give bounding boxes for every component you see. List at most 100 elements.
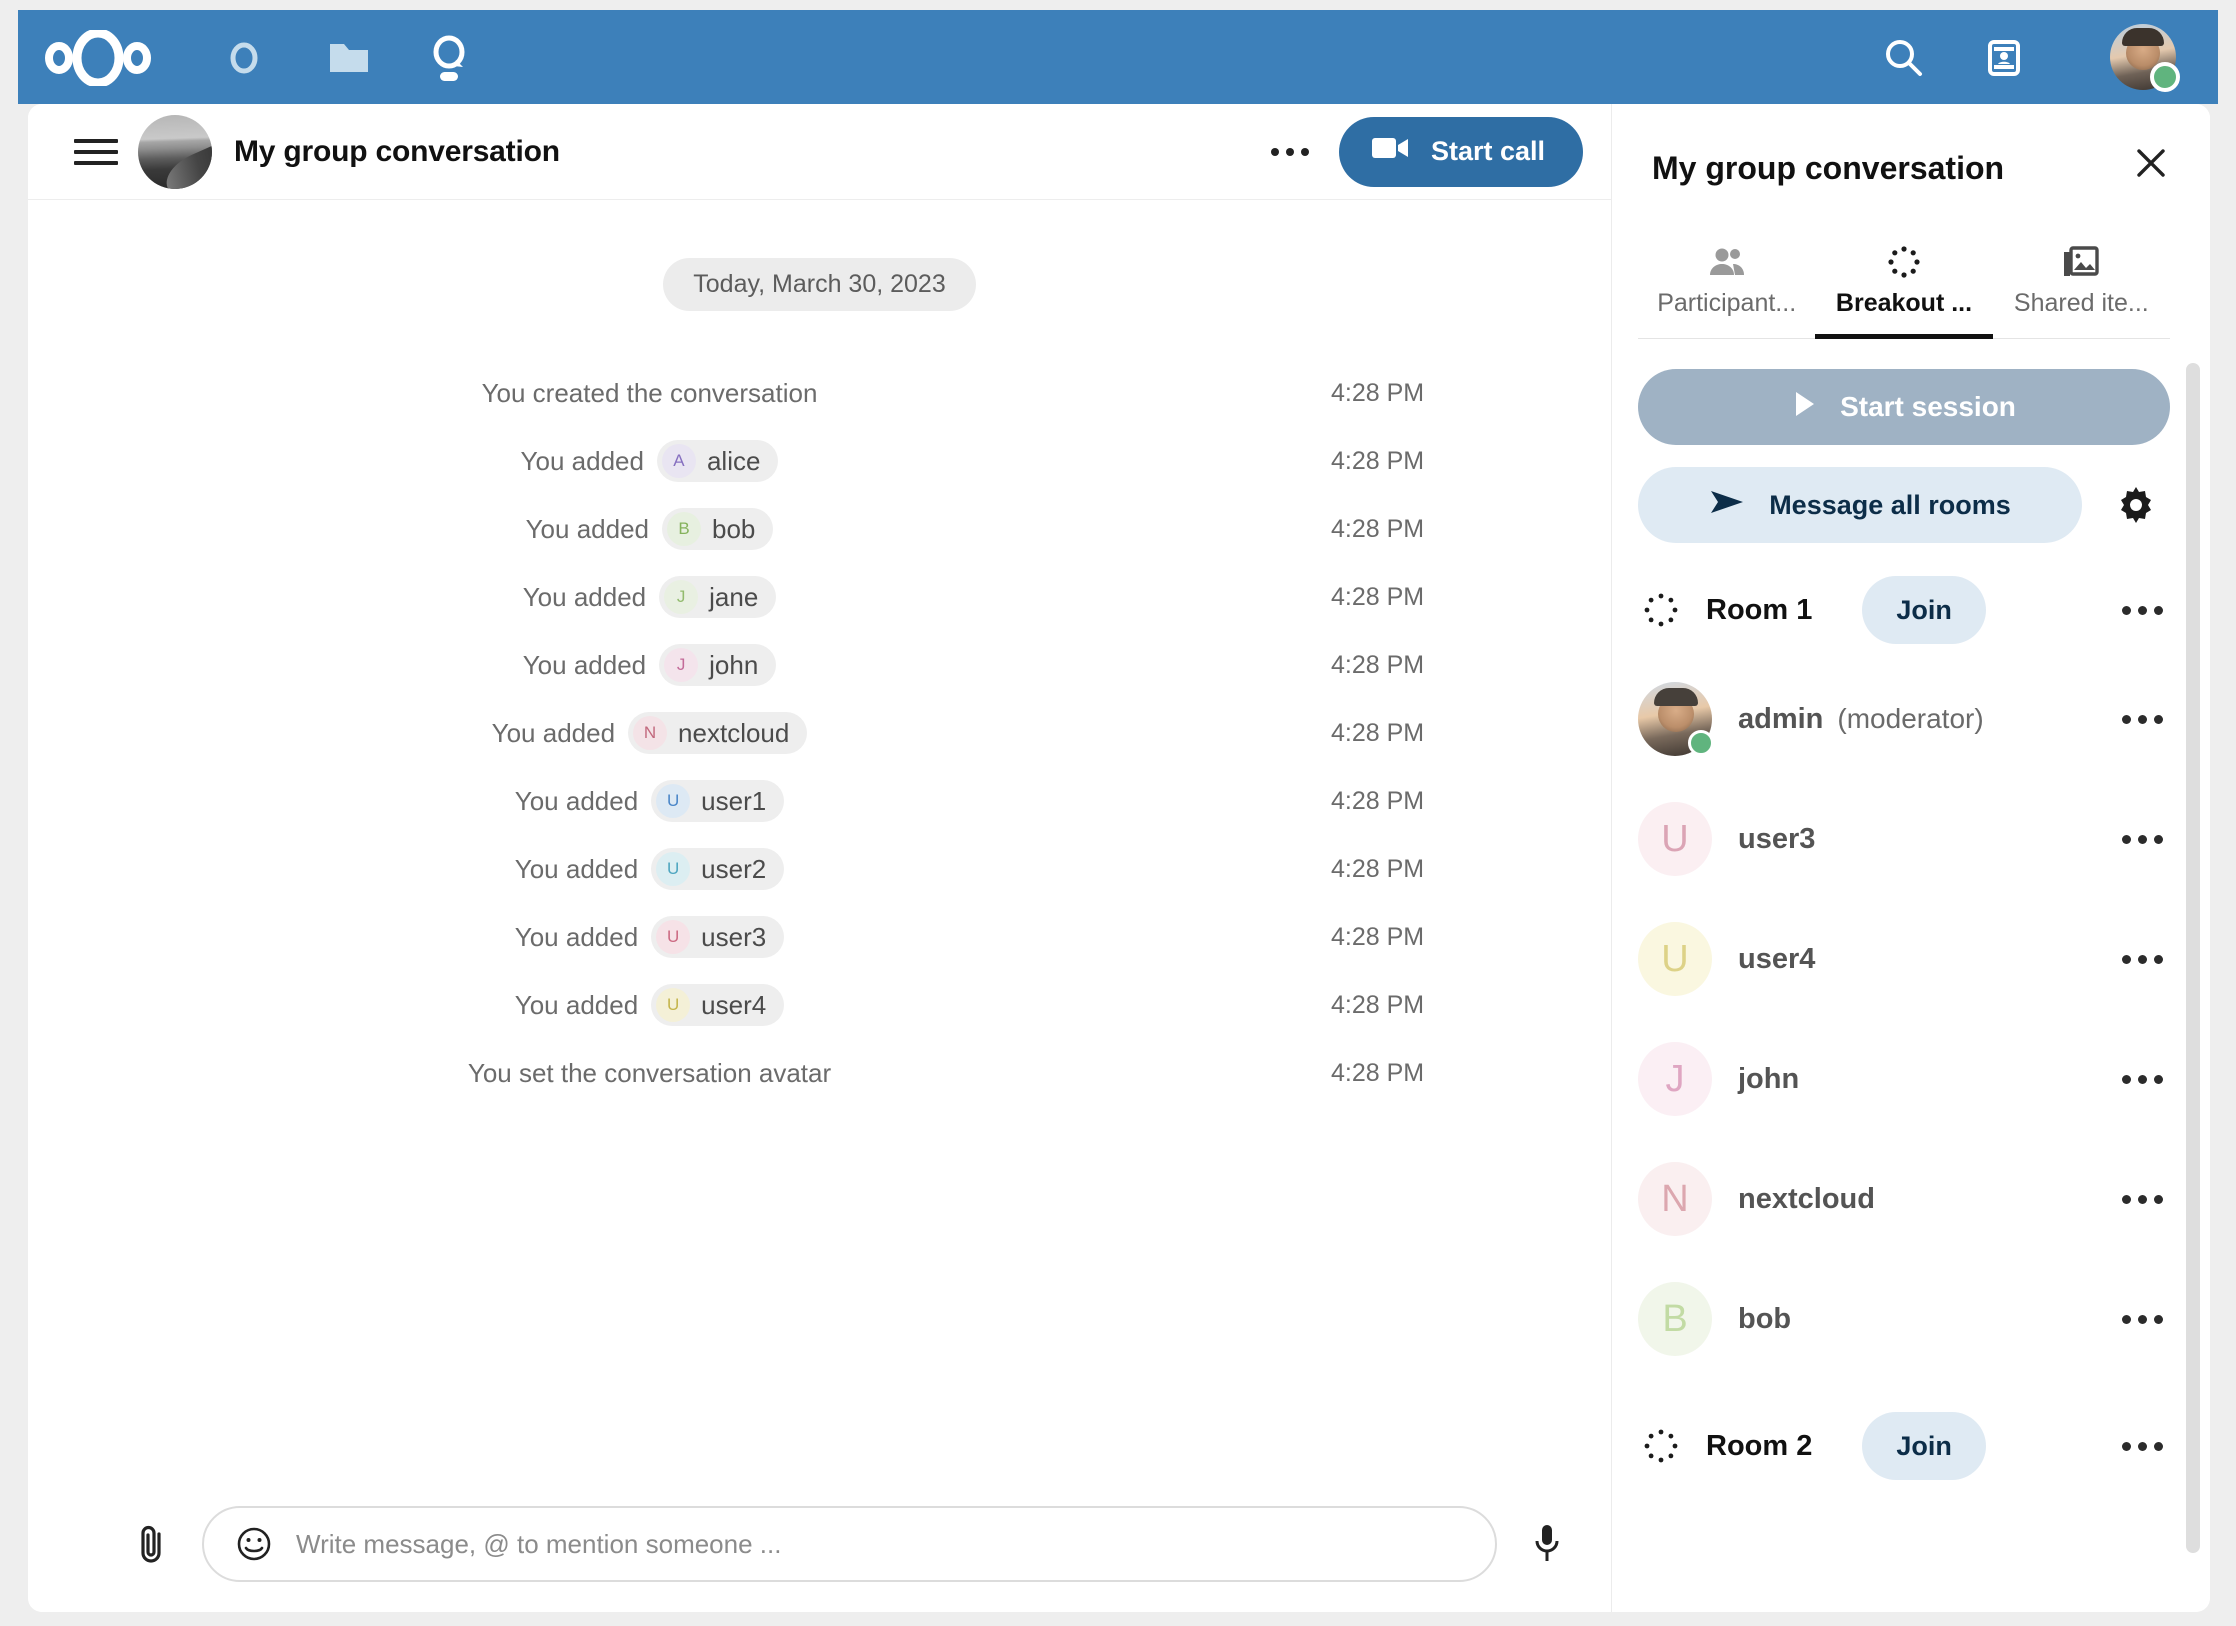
nav-dashboard-icon[interactable] [218, 32, 270, 84]
mention-chip[interactable]: Uuser4 [651, 984, 785, 1026]
avatar: U [656, 988, 691, 1022]
mention-chip[interactable]: Uuser1 [651, 780, 785, 822]
emoji-icon[interactable] [234, 1524, 274, 1564]
participant-actions-button[interactable] [2114, 931, 2170, 987]
join-room-button[interactable]: Join [1862, 576, 1986, 644]
system-messages: You created the conversation 4:28 PM You a… [28, 359, 1611, 1107]
participant-name: nextcloud [1738, 1182, 1875, 1215]
mention-chip[interactable]: Jjohn [659, 644, 777, 686]
participant-row[interactable]: Bbob [1638, 1259, 2170, 1379]
more-horizontal-icon [2121, 1074, 2163, 1084]
mention-chip[interactable]: Nnextcloud [628, 712, 808, 754]
breakout-rooms-icon [1638, 587, 1684, 633]
date-separator: Today, March 30, 2023 [663, 258, 976, 311]
sidebar-scrollbar[interactable] [2186, 363, 2200, 1553]
message-row: You added Uuser3 4:28 PM [28, 903, 1611, 971]
message-text: You set the conversation avatar [28, 1058, 1271, 1089]
participant-actions-button[interactable] [2114, 811, 2170, 867]
message-timestamp: 4:28 PM [1331, 446, 1425, 475]
tab-participants[interactable]: Participant... [1638, 235, 1815, 339]
join-room-button[interactable]: Join [1862, 1412, 1986, 1480]
message-list: Today, March 30, 2023 You created the co… [28, 200, 1611, 1476]
message-label: You added [514, 921, 639, 952]
room-actions-button[interactable] [2114, 582, 2170, 638]
user-avatar-menu[interactable] [2110, 24, 2180, 92]
avatar: A [661, 444, 696, 478]
avatar: U [1638, 802, 1712, 876]
gear-icon[interactable] [2108, 477, 2164, 533]
message-label: You set the conversation avatar [467, 1057, 832, 1088]
message-all-rooms-label: Message all rooms [1769, 489, 2011, 520]
app-navigation-bar [18, 10, 2218, 104]
mention-chip[interactable]: Jjane [659, 576, 777, 618]
video-camera-icon [1371, 134, 1411, 169]
message-label: You added [522, 581, 647, 612]
participant-row[interactable]: Nnextcloud [1638, 1139, 2170, 1259]
tab-shared-items-label: Shared ite... [2013, 289, 2149, 317]
participant-row[interactable]: admin (moderator) [1638, 659, 2170, 779]
search-icon[interactable] [1876, 30, 1932, 86]
mention-name: user3 [701, 921, 767, 952]
participant-actions-button[interactable] [2114, 1291, 2170, 1347]
more-horizontal-icon [2121, 834, 2163, 844]
message-label: You added [514, 989, 639, 1020]
participant-actions-button[interactable] [2114, 1051, 2170, 1107]
close-icon[interactable] [2126, 138, 2176, 188]
start-call-button[interactable]: Start call [1338, 116, 1583, 187]
message-text: You added Aalice [28, 440, 1271, 482]
participant-row[interactable]: Jjohn [1638, 1019, 2170, 1139]
mention-chip[interactable]: Bbob [662, 508, 774, 550]
sidebar-title: My group conversation [1652, 150, 2005, 186]
screen: My group conversation Start call Today, … [0, 0, 2236, 1626]
mention-name: alice [706, 445, 761, 476]
message-input-wrapper [202, 1506, 1497, 1582]
more-horizontal-icon [1270, 147, 1309, 156]
message-row: You added Nnextcloud 4:28 PM [28, 699, 1611, 767]
mention-name: john [709, 649, 759, 680]
participant-actions-button[interactable] [2114, 1171, 2170, 1227]
mention-chip[interactable]: Uuser3 [651, 916, 785, 958]
mention-name: bob [712, 513, 756, 544]
conversation-header: My group conversation Start call [28, 104, 1611, 200]
more-horizontal-icon [2121, 1194, 2163, 1204]
attach-file-icon[interactable] [128, 1520, 176, 1568]
mention-chip[interactable]: Aalice [656, 440, 779, 482]
avatar: N [633, 716, 668, 750]
message-all-rooms-button[interactable]: Message all rooms [1638, 467, 2082, 543]
message-text: You added Jjane [28, 576, 1271, 618]
rooms-list: Room 1 Join admin (moderator) Uuser3 Uuser4 Jj… [1638, 561, 2170, 1495]
nav-files-icon[interactable] [323, 32, 375, 84]
mention-name: jane [709, 581, 759, 612]
mention-chip[interactable]: Uuser2 [651, 848, 785, 890]
message-label: You added [491, 717, 616, 748]
hamburger-menu-icon[interactable] [74, 130, 118, 174]
sidebar-tabs: Participant... Breakout ... Shared ite..… [1638, 235, 2170, 339]
participant-row[interactable]: Uuser3 [1638, 779, 2170, 899]
message-row: You set the conversation avatar 4:28 PM [28, 1039, 1611, 1107]
conversation-actions-button[interactable] [1259, 121, 1321, 183]
nav-talk-icon[interactable] [423, 32, 475, 84]
mention-name: user4 [701, 989, 767, 1020]
breakout-rooms-icon [1817, 241, 1990, 283]
send-icon [1709, 487, 1745, 524]
room-name: Room 2 [1706, 1429, 1813, 1462]
conversation-avatar[interactable] [138, 114, 212, 189]
message-label: You added [514, 785, 639, 816]
message-timestamp: 4:28 PM [1331, 786, 1425, 815]
contacts-icon[interactable] [1976, 30, 2032, 86]
tab-breakout-rooms[interactable]: Breakout ... [1815, 235, 1993, 339]
message-text: You added Nnextcloud [28, 712, 1271, 754]
nextcloud-logo-icon[interactable] [44, 28, 152, 88]
room-actions-button[interactable] [2114, 1418, 2170, 1474]
participant-actions-button[interactable] [2114, 691, 2170, 747]
participant-row[interactable]: Uuser4 [1638, 899, 2170, 1019]
avatar: N [1638, 1162, 1712, 1236]
tab-shared-items[interactable]: Shared ite... [1993, 235, 2170, 339]
message-row: You created the conversation 4:28 PM [28, 359, 1611, 427]
message-row: You added Bbob 4:28 PM [28, 495, 1611, 563]
start-session-button[interactable]: Start session [1638, 369, 2170, 445]
microphone-icon[interactable] [1523, 1520, 1571, 1568]
message-timestamp: 4:28 PM [1331, 718, 1425, 747]
message-timestamp: 4:28 PM [1331, 378, 1425, 407]
message-input[interactable] [296, 1528, 1465, 1560]
